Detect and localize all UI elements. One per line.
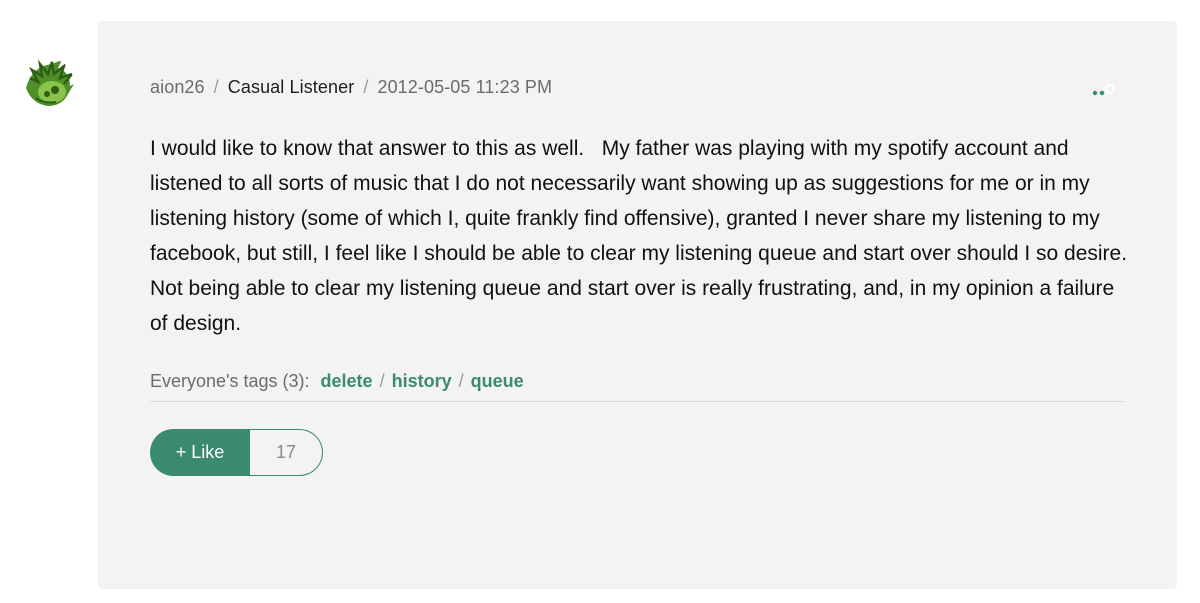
post-body: I would like to know that answer to this…: [150, 131, 1140, 341]
like-control: + Like 17: [150, 429, 323, 476]
post-meta: aion26 / Casual Listener / 2012-05-05 11:23 …: [150, 77, 552, 98]
like-button[interactable]: + Like: [150, 429, 250, 476]
like-count[interactable]: 17: [250, 429, 323, 476]
avatar-image: [22, 58, 74, 110]
post-body-line: of design.: [150, 312, 242, 335]
more-options-icon[interactable]: [1091, 83, 1121, 99]
post-card: aion26 / Casual Listener / 2012-05-05 11:23 …: [98, 21, 1177, 589]
avatar-icon[interactable]: [22, 58, 74, 110]
tag-delete[interactable]: delete: [321, 371, 373, 391]
post-body-line: listened to all sorts of music that I do…: [150, 172, 1090, 195]
tag-separator: /: [379, 371, 385, 391]
post-body-line: Not being able to clear my listening que…: [150, 277, 1115, 300]
post-body-line: I would like to know that answer to this…: [150, 137, 1069, 160]
page: aion26 / Casual Listener / 2012-05-05 11:23 …: [0, 0, 1200, 603]
post-body-line: facebook, but still, I feel like I shoul…: [150, 242, 1128, 265]
author-rank: Casual Listener: [227, 77, 355, 97]
tag-history[interactable]: history: [392, 371, 452, 391]
author-link[interactable]: aion26: [150, 77, 205, 97]
meta-separator: /: [213, 77, 219, 97]
tags-label: Everyone's tags (3):: [150, 371, 310, 391]
meta-separator: /: [363, 77, 369, 97]
post-body-line: listening history (some of which I, quit…: [150, 207, 1100, 230]
tag-queue[interactable]: queue: [471, 371, 524, 391]
tags-row: Everyone's tags (3): delete / history / queu…: [150, 371, 1125, 402]
tag-separator: /: [458, 371, 464, 391]
options-dots: [1092, 84, 1115, 96]
post-timestamp: 2012-05-05 11:23 PM: [377, 77, 553, 97]
